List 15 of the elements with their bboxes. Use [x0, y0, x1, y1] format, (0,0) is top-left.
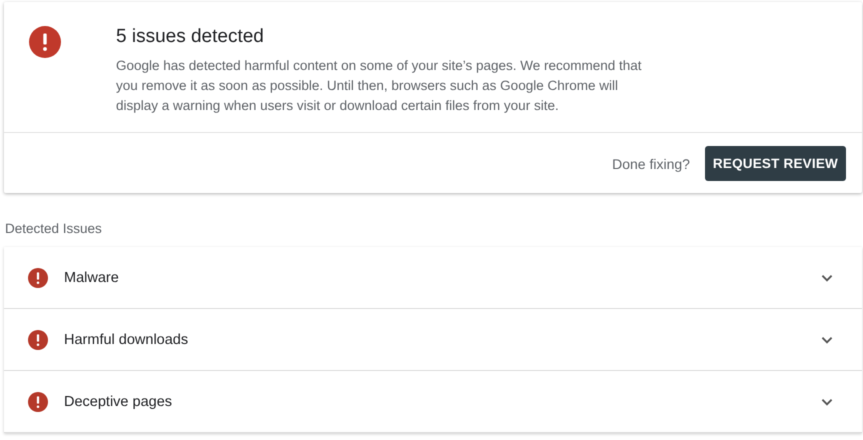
issue-row[interactable]: Malware — [4, 247, 862, 309]
request-review-button[interactable]: REQUEST REVIEW — [704, 146, 846, 181]
section-label: Detected Issues — [5, 221, 103, 238]
alert-message: Google has detected harmful content on some of your site’s pages. We recommend that you remove it as soon as possible. Until then, browsers such as Google Chrome will display a warning when users visit or download certain files from your site. — [116, 57, 643, 115]
alert-title: 5 issues detected — [116, 26, 265, 48]
error-icon — [28, 268, 48, 288]
issue-label: Malware — [64, 270, 120, 286]
issue-row[interactable]: Harmful downloads — [4, 309, 862, 371]
issue-label: Deceptive pages — [64, 394, 174, 410]
error-icon — [28, 392, 48, 412]
error-icon — [29, 26, 61, 58]
error-icon — [28, 330, 48, 350]
issue-label: Harmful downloads — [64, 332, 190, 348]
prompt-text: Done fixing? — [612, 156, 690, 172]
issue-row[interactable]: Deceptive pages — [4, 371, 862, 433]
